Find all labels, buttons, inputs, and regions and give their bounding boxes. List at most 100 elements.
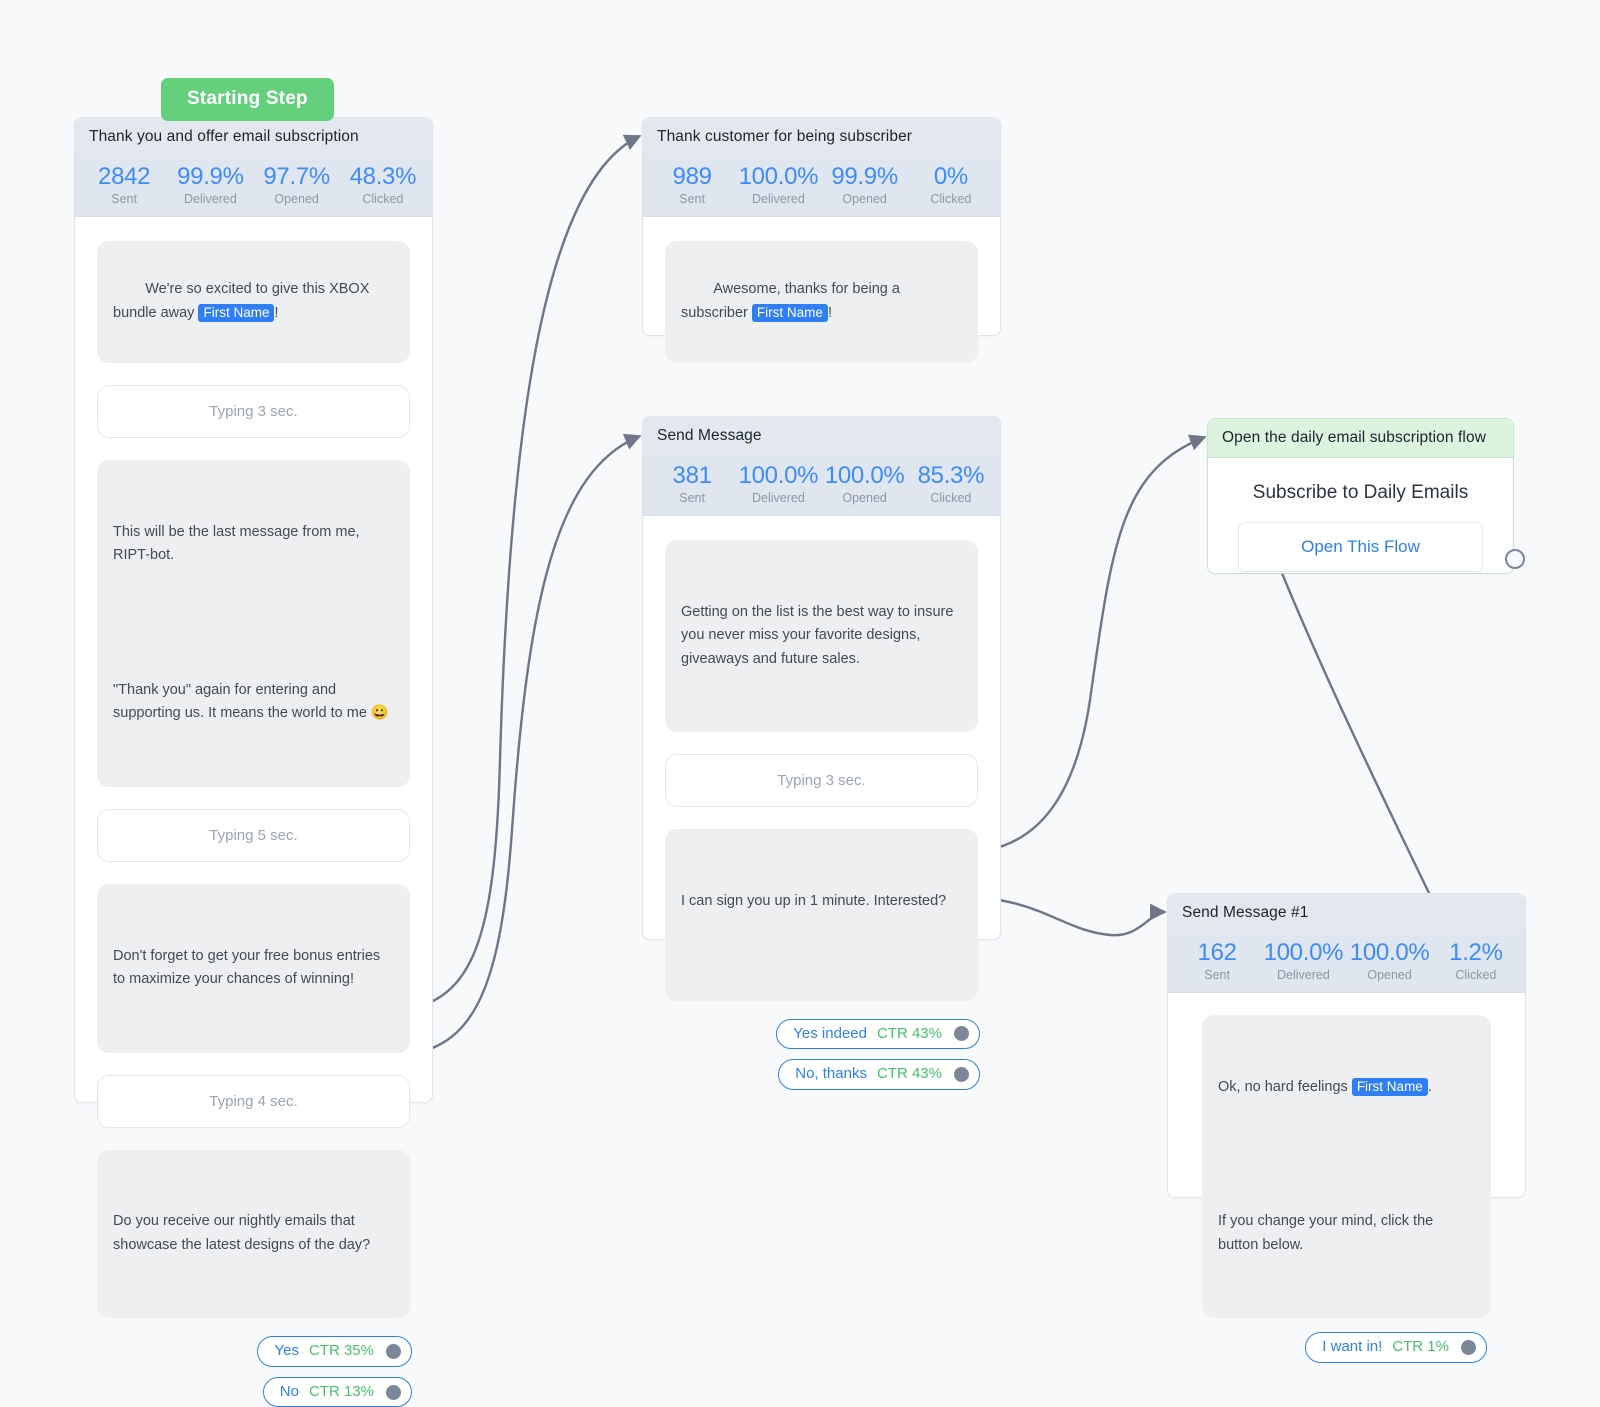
message-bubble[interactable]: This will be the last message from me, R… bbox=[97, 459, 410, 787]
bubble-paragraph: "Thank you" again for entering and suppo… bbox=[113, 681, 389, 722]
reply-button-yes-indeed[interactable]: Yes indeed CTR 43% bbox=[776, 1018, 980, 1050]
node-title: Send Message #1 bbox=[1168, 894, 1525, 932]
typing-delay[interactable]: Typing 5 sec. bbox=[97, 808, 410, 862]
button-label: No, thanks bbox=[795, 1065, 867, 1083]
stat-opened: 100.0% Opened bbox=[1347, 938, 1433, 983]
node-reply-buttons: Yes CTR 35% No CTR 13% bbox=[75, 1336, 432, 1407]
message-bubble[interactable]: We're so excited to give this XBOX bundl… bbox=[97, 240, 410, 363]
stat-opened: 100.0% Opened bbox=[822, 461, 908, 506]
button-ctr: CTR 43% bbox=[876, 1065, 942, 1083]
reply-button-yes[interactable]: Yes CTR 35% bbox=[257, 1336, 412, 1367]
first-name-token: First Name bbox=[1351, 1077, 1428, 1096]
button-ctr: CTR 13% bbox=[308, 1382, 374, 1400]
message-bubble[interactable]: Do you receive our nightly emails that s… bbox=[97, 1149, 410, 1319]
node-thank-customer-for-being-subscriber[interactable]: Thank customer for being subscriber 989 … bbox=[642, 117, 1001, 363]
stat-value: 85.3% bbox=[917, 461, 985, 489]
node-send-message-1[interactable]: Send Message #1 162 Sent 100.0% Delivere… bbox=[1167, 893, 1526, 1363]
node-title: Thank you and offer email subscription bbox=[75, 118, 432, 156]
stat-label: Sent bbox=[679, 490, 705, 505]
stat-value: 381 bbox=[672, 461, 712, 489]
button-label: Yes bbox=[274, 1342, 299, 1360]
flow-title: Subscribe to Daily Emails bbox=[1252, 481, 1469, 503]
button-ctr: CTR 1% bbox=[1392, 1338, 1449, 1356]
stat-value: 989 bbox=[672, 162, 712, 190]
connector-handle-icon[interactable] bbox=[386, 1344, 401, 1360]
bubble-paragraph: This will be the last message from me, R… bbox=[113, 523, 364, 564]
node-stats: 162 Sent 100.0% Delivered 100.0% Opened … bbox=[1168, 931, 1525, 993]
stat-sent: 989 Sent bbox=[649, 162, 735, 207]
first-name-token: First Name bbox=[198, 303, 275, 322]
message-bubble[interactable]: Ok, no hard feelings First Name. If you … bbox=[1202, 1014, 1491, 1319]
stat-sent: 2842 Sent bbox=[81, 162, 167, 207]
bubble-text-post: . bbox=[1427, 1078, 1432, 1095]
node-messages: We're so excited to give this XBOX bundl… bbox=[75, 217, 432, 1339]
typing-delay[interactable]: Typing 4 sec. bbox=[97, 1074, 410, 1128]
flow-canvas[interactable]: Starting Step Thank you and offer email … bbox=[0, 0, 1600, 1407]
button-label: Yes indeed bbox=[793, 1024, 867, 1042]
node-title: Send Message bbox=[643, 417, 1000, 455]
node-stats: 989 Sent 100.0% Delivered 99.9% Opened 0… bbox=[643, 155, 1000, 217]
stat-value: 1.2% bbox=[1449, 938, 1503, 966]
bubble-text-post: ! bbox=[274, 304, 279, 321]
node-messages: Awesome, thanks for being a subscriber F… bbox=[643, 217, 1000, 383]
stat-value: 99.9% bbox=[831, 162, 898, 190]
stat-sent: 162 Sent bbox=[1174, 938, 1260, 983]
stat-value: 2842 bbox=[98, 162, 151, 190]
stat-value: 100.0% bbox=[738, 461, 819, 489]
edge-no-to-send-message bbox=[396, 433, 642, 1058]
stat-value: 97.7% bbox=[263, 162, 330, 190]
stat-label: Clicked bbox=[1455, 967, 1497, 982]
stat-clicked: 48.3% Clicked bbox=[340, 162, 426, 207]
bubble-paragraph: If you change your mind, click the butto… bbox=[1218, 1213, 1438, 1253]
stat-value: 100.0% bbox=[1349, 938, 1430, 966]
message-bubble[interactable]: Don't forget to get your free bonus entr… bbox=[97, 883, 410, 1053]
stat-label: Opened bbox=[274, 191, 319, 206]
reply-button-i-want-in[interactable]: I want in! CTR 1% bbox=[1305, 1332, 1487, 1363]
node-send-message[interactable]: Send Message 381 Sent 100.0% Delivered 1… bbox=[642, 416, 1001, 1090]
node-open-daily-email-subscription-flow[interactable]: Open the daily email subscription flow S… bbox=[1207, 418, 1514, 574]
node-stats: 2842 Sent 99.9% Delivered 97.7% Opened 4… bbox=[75, 155, 432, 217]
stat-label: Opened bbox=[842, 191, 887, 206]
open-this-flow-button[interactable]: Open This Flow bbox=[1238, 521, 1483, 572]
message-bubble[interactable]: Getting on the list is the best way to i… bbox=[665, 539, 978, 733]
node-messages: Getting on the list is the best way to i… bbox=[643, 516, 1000, 1021]
stat-value: 0% bbox=[933, 162, 968, 190]
stat-label: Sent bbox=[1204, 967, 1230, 982]
stat-value: 100.0% bbox=[1263, 938, 1344, 966]
stat-label: Sent bbox=[111, 191, 137, 206]
button-ctr: CTR 35% bbox=[308, 1342, 374, 1360]
node-messages: Ok, no hard feelings First Name. If you … bbox=[1168, 993, 1525, 1334]
reply-button-no[interactable]: No CTR 13% bbox=[262, 1376, 412, 1407]
message-bubble[interactable]: I can sign you up in 1 minute. Intereste… bbox=[665, 829, 978, 1001]
stat-label: Opened bbox=[842, 490, 887, 505]
node-reply-buttons: Yes indeed CTR 43% No, thanks CTR 43% bbox=[643, 1018, 1000, 1090]
stat-opened: 97.7% Opened bbox=[254, 162, 340, 207]
message-bubble[interactable]: Awesome, thanks for being a subscriber F… bbox=[665, 240, 978, 363]
typing-delay[interactable]: Typing 3 sec. bbox=[97, 384, 410, 438]
stat-delivered: 100.0% Delivered bbox=[1260, 938, 1346, 983]
typing-delay[interactable]: Typing 3 sec. bbox=[665, 754, 978, 808]
stat-value: 100.0% bbox=[738, 162, 819, 190]
stat-label: Sent bbox=[679, 191, 705, 206]
node-reply-buttons: I want in! CTR 1% bbox=[1168, 1332, 1525, 1363]
stat-label: Delivered bbox=[183, 191, 237, 206]
connector-handle-icon[interactable] bbox=[1461, 1339, 1476, 1355]
stat-value: 99.9% bbox=[177, 162, 244, 190]
node-title: Open the daily email subscription flow bbox=[1208, 419, 1513, 458]
connector-handle-icon[interactable] bbox=[954, 1066, 969, 1082]
reply-button-no-thanks[interactable]: No, thanks CTR 43% bbox=[778, 1059, 980, 1090]
node-output-handle-icon[interactable] bbox=[1505, 549, 1525, 569]
bubble-paragraph: Do you receive our nightly emails that s… bbox=[113, 1213, 371, 1253]
node-thank-you-offer-email-subscription[interactable]: Thank you and offer email subscription 2… bbox=[74, 117, 433, 1407]
bubble-paragraph: Don't forget to get your free bonus entr… bbox=[113, 947, 385, 988]
stat-label: Delivered bbox=[751, 490, 805, 505]
bubble-text-post: ! bbox=[827, 304, 832, 321]
stat-value: 100.0% bbox=[824, 461, 905, 489]
stat-delivered: 100.0% Delivered bbox=[735, 162, 821, 207]
connector-handle-icon[interactable] bbox=[386, 1384, 401, 1400]
stat-label: Opened bbox=[1367, 967, 1412, 982]
stat-value: 162 bbox=[1197, 938, 1237, 966]
connector-handle-icon[interactable] bbox=[954, 1026, 969, 1042]
